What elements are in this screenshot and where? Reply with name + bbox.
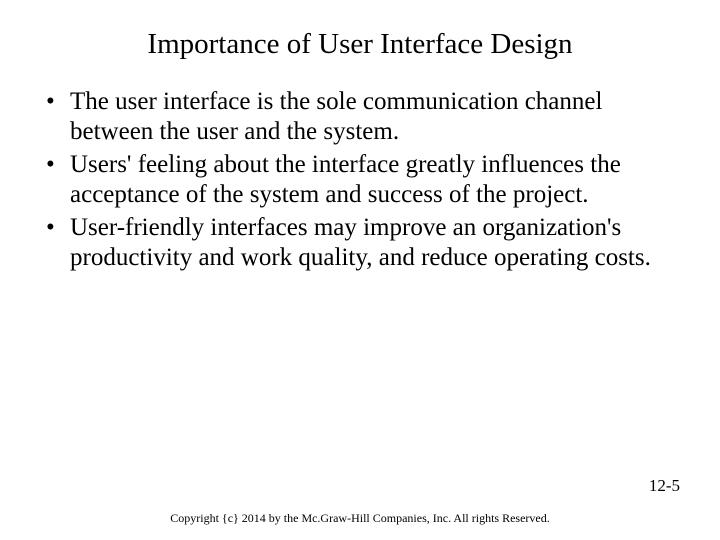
copyright-text: Copyright {c} 2014 by the Mc.Graw-Hill C… bbox=[0, 511, 720, 526]
list-item: The user interface is the sole communica… bbox=[44, 87, 684, 146]
bullet-list: The user interface is the sole communica… bbox=[36, 87, 684, 272]
list-item: Users' feeling about the interface great… bbox=[44, 150, 684, 209]
slide: Importance of User Interface Design The … bbox=[0, 0, 720, 540]
list-item: User-friendly interfaces may improve an … bbox=[44, 213, 684, 272]
page-number: 12-5 bbox=[649, 476, 680, 496]
slide-title: Importance of User Interface Design bbox=[76, 28, 644, 61]
